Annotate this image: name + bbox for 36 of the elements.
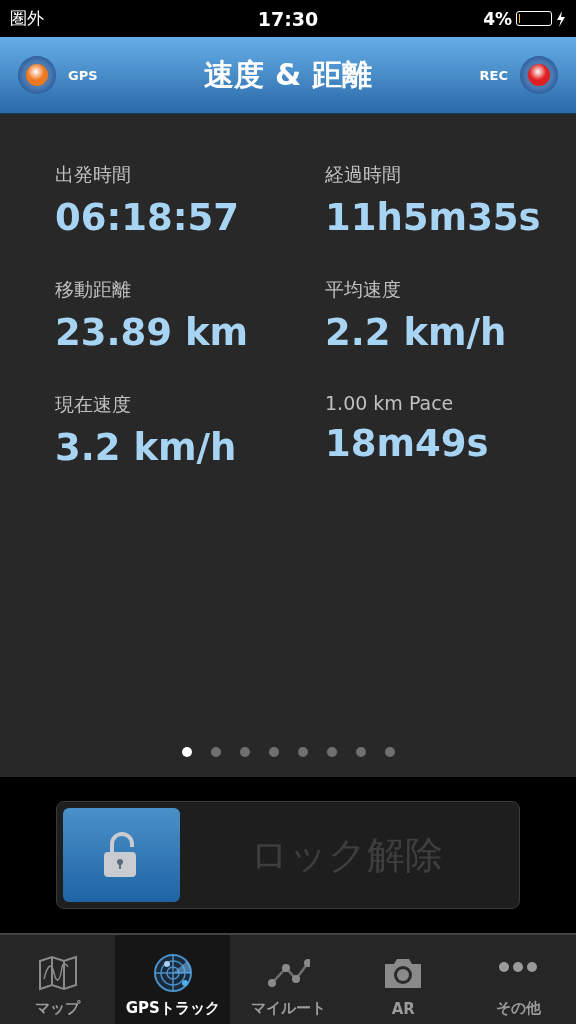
rec-label: REC xyxy=(479,67,508,83)
stat-label: 出発時間 xyxy=(55,162,132,187)
stat-value: 18m49s xyxy=(325,422,490,465)
clock-time: 17:30 xyxy=(257,7,319,30)
stat-value: 06:18:57 xyxy=(55,196,241,239)
page-dot[interactable] xyxy=(182,747,192,757)
stat-value: 2.2 km/h xyxy=(325,311,508,354)
stat-value: 11h5m35s xyxy=(325,196,542,239)
more-icon xyxy=(497,961,540,973)
battery-icon xyxy=(516,11,552,26)
gps-label: GPS xyxy=(68,67,98,83)
page-dot[interactable] xyxy=(327,747,337,757)
stat-value: 3.2 km/h xyxy=(55,426,238,469)
page-dot[interactable] xyxy=(211,747,221,757)
carrier-text: 圏外 xyxy=(10,7,44,30)
tab-item[interactable]: マップ xyxy=(0,935,116,1024)
tab-item[interactable]: GPSトラック xyxy=(115,935,231,1024)
stat-label: 1.00 km Pace xyxy=(325,392,455,414)
page-dot[interactable] xyxy=(240,747,250,757)
page-dot[interactable] xyxy=(356,747,366,757)
tab-item[interactable]: マイルート xyxy=(230,935,346,1024)
stat-label: 移動距離 xyxy=(55,277,132,302)
page-dot[interactable] xyxy=(385,747,395,757)
indicator-light xyxy=(18,56,56,94)
slider-handle[interactable] xyxy=(63,808,180,902)
stat-label: 平均速度 xyxy=(325,277,402,302)
stat-label: 現在速度 xyxy=(55,392,132,417)
stat-value: 23.89 km xyxy=(55,311,250,354)
battery-percent: 4% xyxy=(483,8,512,29)
indicator-light xyxy=(520,56,558,94)
stat-label: 経過時間 xyxy=(325,162,402,187)
page-dot[interactable] xyxy=(298,747,308,757)
tab-item[interactable]: その他 xyxy=(460,935,576,1024)
tab-item[interactable]: AR xyxy=(345,935,461,1024)
page-dot[interactable] xyxy=(269,747,279,757)
screen-title: 速度 & 距離 xyxy=(204,55,372,94)
